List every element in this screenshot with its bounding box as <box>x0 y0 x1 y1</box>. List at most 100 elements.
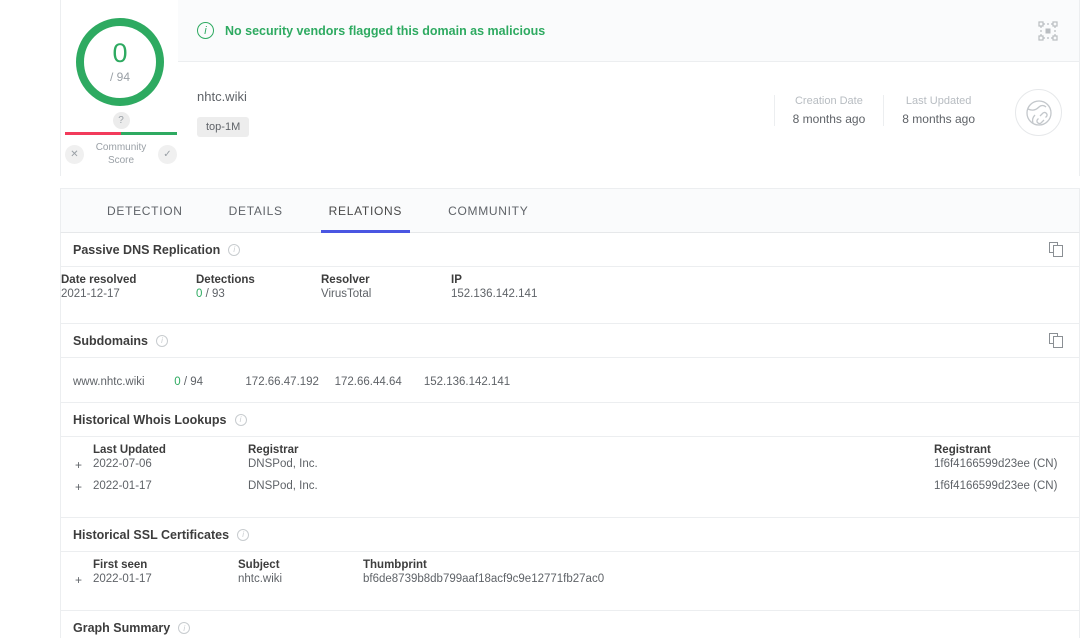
passive-dns-title: Passive DNS Replication <box>73 242 221 257</box>
expand-row-button[interactable]: + <box>61 572 93 594</box>
graph-summary-header: Graph Summary i <box>61 611 1079 638</box>
col-ip: IP <box>451 274 462 286</box>
tab-details[interactable]: DETAILS <box>213 188 299 233</box>
tab-relations[interactable]: RELATIONS <box>313 188 418 233</box>
verdict-text: No security vendors flagged this domain … <box>225 23 546 38</box>
subdomain-ip-3[interactable]: 152.136.142.141 <box>424 376 510 388</box>
ssl-header: Historical SSL Certificates i <box>61 518 1079 552</box>
table-row: 2021-12-17 0 / 93 VirusTotal 152.136.142… <box>61 287 1079 307</box>
globe-link-icon <box>1015 89 1062 136</box>
whois-title: Historical Whois Lookups <box>73 412 227 427</box>
last-updated-cell: Last Updated 8 months ago <box>883 95 993 126</box>
info-icon[interactable]: i <box>156 334 169 347</box>
community-score-label: Community Score <box>84 142 158 167</box>
metadata-bar: nhtc.wiki top-1M Creation Date 8 months … <box>178 62 1079 175</box>
detections-total: / 93 <box>205 288 225 300</box>
community-score-bar <box>65 132 177 135</box>
table-header-row: Last Updated Registrar Registrant <box>61 437 1079 457</box>
graph-summary-title: Graph Summary <box>73 621 171 635</box>
whois-header: Historical Whois Lookups i <box>61 403 1079 437</box>
domain-block: nhtc.wiki top-1M <box>197 89 250 137</box>
info-icon[interactable]: i <box>234 413 247 426</box>
community-bar-negative <box>65 132 121 135</box>
detection-score: 0 <box>112 38 128 68</box>
col-date-resolved: Date resolved <box>61 274 137 286</box>
summary-detail-panel: i No security vendors flagged this domai… <box>178 0 1079 176</box>
copy-icon[interactable] <box>1049 333 1063 348</box>
cell-thumbprint: bf6de8739b8db799aaf18acf9c9e12771fb27ac0 <box>363 573 605 585</box>
subdomain-detections: 0 / 94 <box>174 376 203 388</box>
col-registrant: Registrant <box>934 444 991 456</box>
col-first-seen: First seen <box>93 559 148 571</box>
expand-row-button[interactable]: + <box>61 479 93 501</box>
summary-card: 0 / 94 ? ✕ Community Score ✓ i No securi… <box>60 0 1080 176</box>
cell-first-seen: 2022-01-17 <box>93 573 152 585</box>
creation-date-cell: Creation Date 8 months ago <box>773 95 884 126</box>
cell-resolver: VirusTotal <box>321 288 372 300</box>
table-row: + 2022-01-17 DNSPod, Inc. 1f6f4166599d23… <box>61 479 1079 501</box>
passive-dns-header: Passive DNS Replication i <box>61 233 1079 267</box>
community-upvote-button[interactable]: ✓ <box>158 145 177 164</box>
community-label-line2: Score <box>107 154 135 166</box>
domain-name: nhtc.wiki <box>197 89 247 104</box>
subdomain-ip-1[interactable]: 172.66.47.192 <box>245 376 331 388</box>
community-bar-positive <box>121 132 177 135</box>
table-header-row: First seen Subject Thumbprint <box>61 552 1079 572</box>
community-downvote-button[interactable]: ✕ <box>65 145 84 164</box>
report-tabs: DETECTION DETAILS RELATIONS COMMUNITY <box>60 188 1080 233</box>
col-expand <box>61 552 93 572</box>
copy-icon[interactable] <box>1049 242 1063 257</box>
virustotal-domain-report: 0 / 94 ? ✕ Community Score ✓ i No securi… <box>0 0 1080 638</box>
table-row: + 2022-07-06 DNSPod, Inc. 1f6f4166599d23… <box>61 457 1079 479</box>
passive-dns-table: Date resolved Detections Resolver IP 202… <box>61 267 1079 307</box>
verdict-banner: i No security vendors flagged this domai… <box>178 0 1079 62</box>
fullscreen-icon[interactable] <box>1037 20 1059 42</box>
creation-date-value: 8 months ago <box>792 112 866 126</box>
whois-table: Last Updated Registrar Registrant + 2022… <box>61 437 1079 501</box>
community-vote-row: ✕ Community Score ✓ <box>65 142 177 167</box>
col-last-updated: Last Updated <box>93 444 166 456</box>
cell-last-updated: 2022-01-17 <box>93 480 152 492</box>
detection-score-panel: 0 / 94 ? ✕ Community Score ✓ <box>61 0 178 176</box>
ssl-table: First seen Subject Thumbprint + 2022-01-… <box>61 552 1079 594</box>
detection-total: / 94 <box>109 70 130 84</box>
creation-date-label: Creation Date <box>794 95 863 107</box>
cell-last-updated: 2022-07-06 <box>93 458 152 470</box>
detections-count: 0 <box>196 288 203 300</box>
table-header-row: Date resolved Detections Resolver IP <box>61 267 1079 287</box>
cell-subject: nhtc.wiki <box>238 573 283 585</box>
cell-registrant: 1f6f4166599d23ee (CN) <box>934 458 1058 470</box>
cell-registrar: DNSPod, Inc. <box>248 480 318 492</box>
subdomains-header: Subdomains i <box>61 324 1079 358</box>
domain-tag[interactable]: top-1M <box>197 117 250 137</box>
col-subject: Subject <box>238 559 280 571</box>
community-label-line1: Community <box>95 142 147 153</box>
cell-date-resolved: 2021-12-17 <box>61 288 120 300</box>
col-detections: Detections <box>196 274 255 286</box>
info-icon[interactable]: i <box>178 622 191 634</box>
info-icon[interactable]: i <box>228 243 241 256</box>
cell-ip[interactable]: 152.136.142.141 <box>451 287 1079 307</box>
cell-registrar: DNSPod, Inc. <box>248 458 318 470</box>
tab-community[interactable]: COMMUNITY <box>432 188 544 233</box>
subdomain-row: www.nhtc.wiki 0 / 94 172.66.47.192 172.6… <box>61 358 1079 402</box>
tab-detection[interactable]: DETECTION <box>91 188 199 233</box>
col-registrar: Registrar <box>248 444 299 456</box>
col-thumbprint: Thumbprint <box>363 559 427 571</box>
last-updated-value: 8 months ago <box>902 112 975 126</box>
expand-row-button[interactable]: + <box>61 457 93 479</box>
table-row: + 2022-01-17 nhtc.wiki bf6de8739b8db799a… <box>61 572 1079 594</box>
last-updated-label: Last Updated <box>905 95 972 107</box>
subdomain-name[interactable]: www.nhtc.wiki <box>73 376 171 388</box>
col-resolver: Resolver <box>321 274 370 286</box>
subdomain-ip-2[interactable]: 172.66.44.64 <box>335 376 421 388</box>
subdomains-title: Subdomains <box>73 333 149 348</box>
cell-registrant: 1f6f4166599d23ee (CN) <box>934 480 1058 492</box>
community-help-icon[interactable]: ? <box>112 112 130 129</box>
info-icon[interactable]: i <box>237 528 250 541</box>
info-icon: i <box>197 22 214 39</box>
ssl-title: Historical SSL Certificates <box>73 527 230 542</box>
